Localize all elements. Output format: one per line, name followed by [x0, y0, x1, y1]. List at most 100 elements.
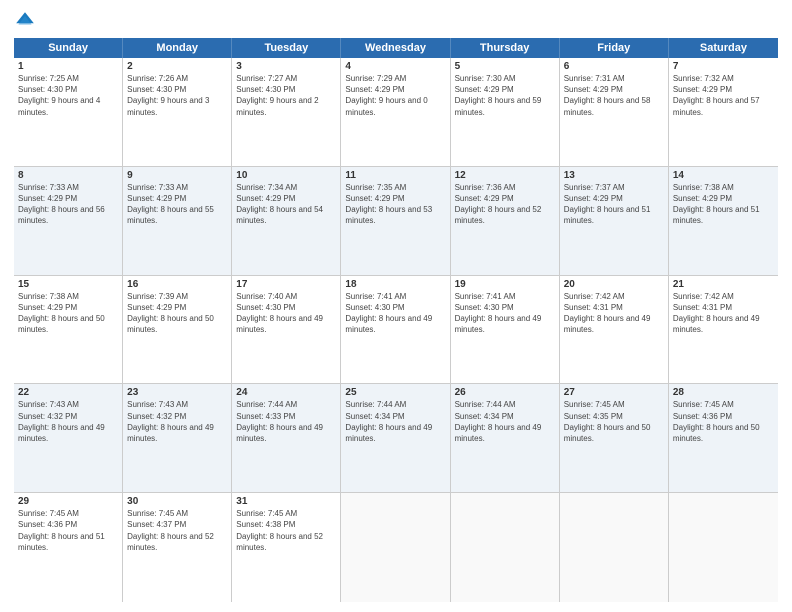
day-number: 18	[345, 279, 445, 290]
calendar-cell: 5Sunrise: 7:30 AMSunset: 4:29 PMDaylight…	[451, 58, 560, 166]
calendar-cell: 22Sunrise: 7:43 AMSunset: 4:32 PMDayligh…	[14, 384, 123, 492]
day-info: Sunrise: 7:29 AMSunset: 4:29 PMDaylight:…	[345, 73, 445, 118]
day-info: Sunrise: 7:33 AMSunset: 4:29 PMDaylight:…	[18, 182, 118, 227]
header-cell-thursday: Thursday	[451, 38, 560, 58]
calendar-cell: 26Sunrise: 7:44 AMSunset: 4:34 PMDayligh…	[451, 384, 560, 492]
day-info: Sunrise: 7:41 AMSunset: 4:30 PMDaylight:…	[455, 291, 555, 336]
day-info: Sunrise: 7:45 AMSunset: 4:37 PMDaylight:…	[127, 508, 227, 553]
day-number: 13	[564, 170, 664, 181]
header-cell-tuesday: Tuesday	[232, 38, 341, 58]
day-number: 8	[18, 170, 118, 181]
page: SundayMondayTuesdayWednesdayThursdayFrid…	[0, 0, 792, 612]
header-cell-monday: Monday	[123, 38, 232, 58]
calendar-cell: 30Sunrise: 7:45 AMSunset: 4:37 PMDayligh…	[123, 493, 232, 602]
day-info: Sunrise: 7:40 AMSunset: 4:30 PMDaylight:…	[236, 291, 336, 336]
day-number: 29	[18, 496, 118, 507]
calendar-cell: 8Sunrise: 7:33 AMSunset: 4:29 PMDaylight…	[14, 167, 123, 275]
day-info: Sunrise: 7:34 AMSunset: 4:29 PMDaylight:…	[236, 182, 336, 227]
logo	[14, 10, 38, 32]
header-cell-wednesday: Wednesday	[341, 38, 450, 58]
calendar-row: 1Sunrise: 7:25 AMSunset: 4:30 PMDaylight…	[14, 58, 778, 167]
day-number: 10	[236, 170, 336, 181]
day-info: Sunrise: 7:43 AMSunset: 4:32 PMDaylight:…	[127, 399, 227, 444]
calendar-cell: 15Sunrise: 7:38 AMSunset: 4:29 PMDayligh…	[14, 276, 123, 384]
calendar-cell: 7Sunrise: 7:32 AMSunset: 4:29 PMDaylight…	[669, 58, 778, 166]
day-info: Sunrise: 7:45 AMSunset: 4:38 PMDaylight:…	[236, 508, 336, 553]
day-number: 28	[673, 387, 774, 398]
day-number: 2	[127, 61, 227, 72]
calendar: SundayMondayTuesdayWednesdayThursdayFrid…	[14, 38, 778, 602]
calendar-body: 1Sunrise: 7:25 AMSunset: 4:30 PMDaylight…	[14, 58, 778, 602]
day-info: Sunrise: 7:37 AMSunset: 4:29 PMDaylight:…	[564, 182, 664, 227]
day-number: 1	[18, 61, 118, 72]
day-info: Sunrise: 7:32 AMSunset: 4:29 PMDaylight:…	[673, 73, 774, 118]
day-info: Sunrise: 7:44 AMSunset: 4:34 PMDaylight:…	[345, 399, 445, 444]
day-info: Sunrise: 7:45 AMSunset: 4:35 PMDaylight:…	[564, 399, 664, 444]
calendar-row: 22Sunrise: 7:43 AMSunset: 4:32 PMDayligh…	[14, 384, 778, 493]
day-number: 6	[564, 61, 664, 72]
day-info: Sunrise: 7:42 AMSunset: 4:31 PMDaylight:…	[564, 291, 664, 336]
day-info: Sunrise: 7:45 AMSunset: 4:36 PMDaylight:…	[18, 508, 118, 553]
calendar-cell	[341, 493, 450, 602]
header-cell-saturday: Saturday	[669, 38, 778, 58]
day-number: 7	[673, 61, 774, 72]
calendar-row: 29Sunrise: 7:45 AMSunset: 4:36 PMDayligh…	[14, 493, 778, 602]
day-number: 23	[127, 387, 227, 398]
calendar-cell: 25Sunrise: 7:44 AMSunset: 4:34 PMDayligh…	[341, 384, 450, 492]
day-number: 12	[455, 170, 555, 181]
day-number: 4	[345, 61, 445, 72]
day-number: 27	[564, 387, 664, 398]
day-info: Sunrise: 7:38 AMSunset: 4:29 PMDaylight:…	[673, 182, 774, 227]
day-info: Sunrise: 7:25 AMSunset: 4:30 PMDaylight:…	[18, 73, 118, 118]
day-info: Sunrise: 7:35 AMSunset: 4:29 PMDaylight:…	[345, 182, 445, 227]
day-info: Sunrise: 7:38 AMSunset: 4:29 PMDaylight:…	[18, 291, 118, 336]
calendar-cell: 3Sunrise: 7:27 AMSunset: 4:30 PMDaylight…	[232, 58, 341, 166]
calendar-cell: 1Sunrise: 7:25 AMSunset: 4:30 PMDaylight…	[14, 58, 123, 166]
calendar-cell: 21Sunrise: 7:42 AMSunset: 4:31 PMDayligh…	[669, 276, 778, 384]
calendar-cell: 12Sunrise: 7:36 AMSunset: 4:29 PMDayligh…	[451, 167, 560, 275]
day-number: 20	[564, 279, 664, 290]
calendar-row: 8Sunrise: 7:33 AMSunset: 4:29 PMDaylight…	[14, 167, 778, 276]
day-info: Sunrise: 7:44 AMSunset: 4:34 PMDaylight:…	[455, 399, 555, 444]
day-number: 11	[345, 170, 445, 181]
header	[14, 10, 778, 32]
day-number: 5	[455, 61, 555, 72]
calendar-cell: 31Sunrise: 7:45 AMSunset: 4:38 PMDayligh…	[232, 493, 341, 602]
day-info: Sunrise: 7:39 AMSunset: 4:29 PMDaylight:…	[127, 291, 227, 336]
header-cell-sunday: Sunday	[14, 38, 123, 58]
day-info: Sunrise: 7:45 AMSunset: 4:36 PMDaylight:…	[673, 399, 774, 444]
calendar-cell	[560, 493, 669, 602]
calendar-cell: 27Sunrise: 7:45 AMSunset: 4:35 PMDayligh…	[560, 384, 669, 492]
day-info: Sunrise: 7:44 AMSunset: 4:33 PMDaylight:…	[236, 399, 336, 444]
calendar-cell	[669, 493, 778, 602]
calendar-cell: 28Sunrise: 7:45 AMSunset: 4:36 PMDayligh…	[669, 384, 778, 492]
calendar-cell: 18Sunrise: 7:41 AMSunset: 4:30 PMDayligh…	[341, 276, 450, 384]
calendar-cell: 24Sunrise: 7:44 AMSunset: 4:33 PMDayligh…	[232, 384, 341, 492]
day-info: Sunrise: 7:33 AMSunset: 4:29 PMDaylight:…	[127, 182, 227, 227]
day-number: 15	[18, 279, 118, 290]
day-info: Sunrise: 7:27 AMSunset: 4:30 PMDaylight:…	[236, 73, 336, 118]
calendar-cell: 2Sunrise: 7:26 AMSunset: 4:30 PMDaylight…	[123, 58, 232, 166]
calendar-cell: 29Sunrise: 7:45 AMSunset: 4:36 PMDayligh…	[14, 493, 123, 602]
day-number: 25	[345, 387, 445, 398]
day-number: 31	[236, 496, 336, 507]
calendar-row: 15Sunrise: 7:38 AMSunset: 4:29 PMDayligh…	[14, 276, 778, 385]
day-number: 24	[236, 387, 336, 398]
calendar-cell: 20Sunrise: 7:42 AMSunset: 4:31 PMDayligh…	[560, 276, 669, 384]
day-number: 21	[673, 279, 774, 290]
logo-icon	[14, 10, 36, 32]
calendar-cell	[451, 493, 560, 602]
calendar-cell: 19Sunrise: 7:41 AMSunset: 4:30 PMDayligh…	[451, 276, 560, 384]
calendar-cell: 23Sunrise: 7:43 AMSunset: 4:32 PMDayligh…	[123, 384, 232, 492]
day-info: Sunrise: 7:41 AMSunset: 4:30 PMDaylight:…	[345, 291, 445, 336]
day-info: Sunrise: 7:26 AMSunset: 4:30 PMDaylight:…	[127, 73, 227, 118]
day-number: 22	[18, 387, 118, 398]
day-info: Sunrise: 7:36 AMSunset: 4:29 PMDaylight:…	[455, 182, 555, 227]
day-number: 30	[127, 496, 227, 507]
day-info: Sunrise: 7:43 AMSunset: 4:32 PMDaylight:…	[18, 399, 118, 444]
day-number: 16	[127, 279, 227, 290]
calendar-cell: 13Sunrise: 7:37 AMSunset: 4:29 PMDayligh…	[560, 167, 669, 275]
day-number: 3	[236, 61, 336, 72]
day-info: Sunrise: 7:42 AMSunset: 4:31 PMDaylight:…	[673, 291, 774, 336]
day-number: 14	[673, 170, 774, 181]
